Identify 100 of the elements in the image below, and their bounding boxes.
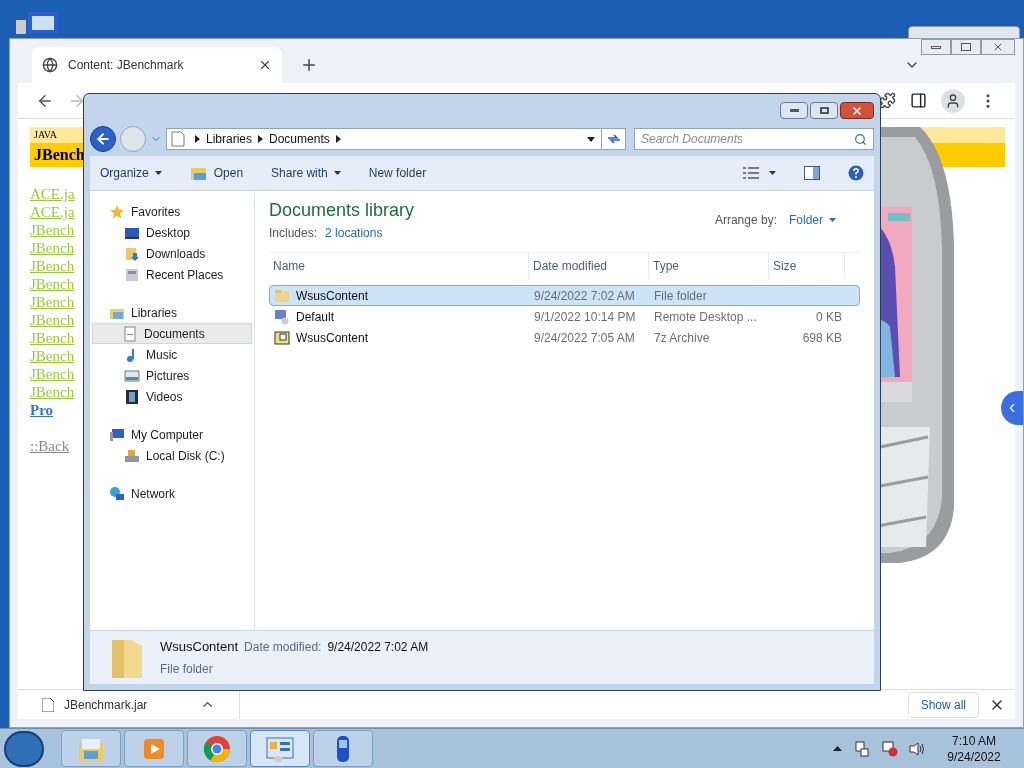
minimize-button[interactable] bbox=[921, 39, 951, 55]
caret-icon bbox=[333, 171, 341, 175]
pictures-icon bbox=[124, 367, 140, 384]
star-icon bbox=[109, 203, 125, 220]
file-row[interactable]: Default 9/1/2022 10:14 PM Remote Desktop ... 0 KB bbox=[269, 306, 860, 327]
details-type: File folder bbox=[160, 660, 214, 678]
library-title: Documents library bbox=[269, 199, 415, 222]
taskbar-button[interactable] bbox=[187, 730, 247, 767]
nav-item[interactable]: Videos bbox=[92, 386, 252, 407]
nav-group[interactable]: Libraries bbox=[90, 302, 254, 323]
search-field[interactable]: Search Documents bbox=[634, 128, 874, 150]
start-button[interactable] bbox=[4, 730, 44, 767]
clock-time[interactable]: 7:10 AM bbox=[952, 732, 996, 749]
nav-group[interactable]: My Computer bbox=[90, 424, 254, 445]
file-name: WsusContent bbox=[296, 287, 369, 305]
separator-arrow-icon bbox=[258, 135, 264, 143]
file-type: 7z Archive bbox=[653, 329, 711, 347]
disk-icon bbox=[124, 447, 140, 464]
nav-item[interactable]: Local Disk (C:) bbox=[92, 445, 252, 466]
nav-item[interactable]: Documents bbox=[92, 323, 252, 344]
show-all-button[interactable]: Show all bbox=[907, 691, 979, 718]
maximize-button[interactable] bbox=[810, 102, 838, 119]
document-icon bbox=[122, 325, 138, 342]
taskbar-button[interactable] bbox=[250, 730, 310, 767]
side-panel-icon[interactable] bbox=[910, 92, 927, 109]
nav-group[interactable]: Network bbox=[90, 483, 254, 504]
pro-link[interactable]: Pro bbox=[30, 401, 54, 419]
details-date: 9/24/2022 7:02 AM bbox=[327, 639, 429, 657]
help-icon[interactable] bbox=[848, 165, 864, 181]
search-icon bbox=[854, 132, 867, 146]
network-icon bbox=[109, 485, 125, 502]
file-date: 9/24/2022 7:05 AM bbox=[533, 329, 636, 347]
column-header[interactable]: Name bbox=[269, 253, 529, 279]
profile-button[interactable] bbox=[941, 88, 965, 113]
clock-date[interactable]: 9/24/2022 bbox=[947, 748, 1001, 765]
document-icon bbox=[171, 131, 185, 147]
extensions-icon[interactable] bbox=[879, 92, 896, 109]
file-row[interactable]: WsusContent 9/24/2022 7:02 AM File folder bbox=[269, 285, 860, 306]
archive-icon bbox=[274, 329, 290, 346]
person-icon bbox=[945, 92, 961, 109]
nav-item[interactable]: Pictures bbox=[92, 365, 252, 386]
nav-item[interactable]: Recent Places bbox=[92, 264, 252, 285]
close-icon bbox=[851, 104, 863, 117]
download-filename[interactable]: JBenchmark.jar bbox=[64, 695, 190, 714]
nav-item[interactable]: Desktop bbox=[92, 222, 252, 243]
file-type: File folder bbox=[653, 287, 708, 305]
back-button[interactable] bbox=[90, 126, 116, 152]
caret-icon bbox=[829, 218, 836, 222]
volume-icon[interactable] bbox=[909, 741, 925, 756]
close-icon[interactable] bbox=[258, 58, 272, 72]
file-name: WsusContent bbox=[296, 329, 369, 347]
separator-arrow-icon bbox=[335, 135, 341, 143]
close-button[interactable] bbox=[840, 102, 874, 119]
column-header[interactable]: Type bbox=[649, 253, 769, 279]
toolbar-button[interactable]: Share with bbox=[271, 164, 341, 182]
network-icon[interactable] bbox=[855, 740, 869, 757]
column-header[interactable]: Date modified bbox=[529, 253, 649, 279]
close-icon bbox=[992, 41, 1004, 53]
address-bar[interactable]: Libraries Documents bbox=[166, 128, 626, 150]
side-panel-toggle[interactable] bbox=[1001, 391, 1023, 425]
computer-icon bbox=[109, 426, 125, 443]
globe-icon bbox=[42, 57, 58, 73]
flag-icon[interactable] bbox=[882, 740, 898, 757]
file-size: 698 KB bbox=[801, 329, 843, 347]
open-folder-icon bbox=[189, 165, 208, 181]
details-name: WsusContent bbox=[160, 638, 239, 657]
minimize-button[interactable] bbox=[780, 102, 808, 119]
nav-item[interactable]: Downloads bbox=[92, 243, 252, 264]
refresh-icon bbox=[606, 133, 621, 145]
file-name: Default bbox=[296, 308, 335, 326]
preview-pane-icon[interactable] bbox=[804, 166, 820, 180]
file-size: 0 KB bbox=[815, 308, 843, 326]
toolbar-button[interactable]: Organize bbox=[100, 164, 162, 182]
show-hidden-icons[interactable] bbox=[833, 746, 842, 751]
back-link[interactable]: ::Back bbox=[30, 437, 70, 455]
file-date: 9/24/2022 7:02 AM bbox=[533, 287, 636, 305]
includes-label: Includes: bbox=[269, 225, 318, 242]
browser-tab[interactable]: Content: JBenchmark bbox=[32, 47, 282, 83]
taskbar-button[interactable] bbox=[313, 730, 373, 767]
maximize-button[interactable] bbox=[951, 39, 981, 55]
recent-icon bbox=[124, 266, 140, 283]
videos-icon bbox=[124, 388, 140, 405]
toolbar-button[interactable]: Open bbox=[189, 164, 244, 182]
toolbar-button[interactable]: New folder bbox=[368, 164, 427, 182]
nav-group[interactable]: Favorites bbox=[90, 201, 254, 222]
new-tab-icon[interactable] bbox=[300, 56, 318, 74]
arrange-label: Arrange by: bbox=[714, 212, 777, 229]
file-date: 9/1/2022 10:14 PM bbox=[533, 308, 637, 326]
column-header[interactable]: Size bbox=[769, 253, 845, 279]
close-button[interactable] bbox=[981, 39, 1015, 55]
locations-link[interactable]: 2 locations bbox=[325, 224, 383, 242]
caret-icon bbox=[769, 171, 776, 175]
nav-item[interactable]: Music bbox=[92, 344, 252, 365]
file-type: Remote Desktop ... bbox=[653, 308, 758, 326]
caret-icon bbox=[154, 171, 162, 175]
view-options-button[interactable] bbox=[743, 167, 776, 179]
arrange-dropdown[interactable]: Folder bbox=[789, 211, 836, 229]
downloads-icon bbox=[124, 245, 140, 262]
file-row[interactable]: WsusContent 9/24/2022 7:05 AM 7z Archive 698 KB bbox=[269, 327, 860, 348]
file-icon bbox=[42, 697, 54, 712]
